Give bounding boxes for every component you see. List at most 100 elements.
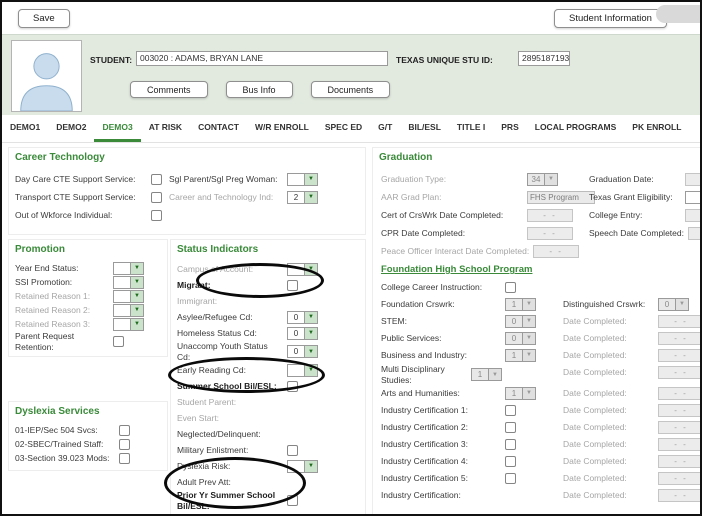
field-military-enlistment: Military Enlistment: [177,442,359,458]
field-label: Date Completed: [563,332,627,343]
field-campus-of-account: Campus of Account: ▼ [177,261,359,277]
documents-button[interactable]: Documents [310,81,391,98]
chevron-down-icon[interactable]: ▼ [305,172,318,186]
field-label: Dyslexia Risk: [177,460,231,471]
select-asylee-refugee-cd[interactable]: 0 ▼ [287,310,318,324]
chevron-down-icon[interactable]: ▼ [131,317,144,331]
checkbox-01-iep-sec-504-svcs[interactable] [119,424,130,436]
select-dyslexia-risk[interactable]: ▼ [287,459,318,473]
pair-left-cell: Industry Certification 2: [381,419,563,436]
checkbox-prior-yr-summer-school-bil-esl[interactable] [287,495,298,506]
select-value: 0 [287,326,305,340]
select-early-reading-cd[interactable]: ▼ [287,363,318,377]
checkbox-industry-certification-4[interactable] [505,455,516,467]
bus-info-button[interactable]: Bus Info [225,81,293,98]
chevron-down-icon[interactable]: ▼ [305,310,318,324]
foundation-rows: College Career Instruction: Foundation Cr… [381,279,700,504]
tab-title-i[interactable]: TITLE I [449,115,493,142]
date-speech-date-completed: - - [687,226,700,240]
checkbox-industry-certification-5[interactable] [505,472,516,484]
checkbox-out-of-wkforce-individual[interactable] [151,209,162,221]
checkbox-day-care-cte-support-service[interactable] [151,173,162,185]
checkbox-03-section-39-023-mods[interactable] [119,452,130,464]
chevron-down-icon[interactable]: ▼ [131,303,144,317]
select-year-end-status[interactable]: ▼ [113,261,144,275]
checkbox-college-career-instruction[interactable] [505,281,516,293]
field-label: Parent Request Retention: [15,331,75,352]
field-label: Business and Industry: [381,349,467,360]
checkbox-industry-certification-3[interactable] [505,438,516,450]
save-button[interactable]: Save [18,9,70,28]
date-graduation-date [685,172,700,186]
tab-demo3[interactable]: DEMO3 [94,115,141,142]
checkbox-02-sbec-trained-staff[interactable] [119,438,130,450]
chevron-down-icon[interactable]: ▼ [305,190,318,204]
tab-demo2[interactable]: DEMO2 [48,115,94,142]
pair-right-cell: Date Completed: - - [563,330,700,347]
field-label: Unaccomp Youth Status Cd: [177,341,268,362]
section-title: Career Technology [15,152,105,163]
select-ssi-promotion[interactable]: ▼ [113,275,144,289]
chevron-down-icon[interactable]: ▼ [131,275,144,289]
select-retained-reason-3[interactable]: ▼ [113,317,144,331]
chevron-down-icon[interactable]: ▼ [305,326,318,340]
tab-local-programs[interactable]: LOCAL PROGRAMS [527,115,625,142]
checkbox-parent-request-retention[interactable] [113,336,124,347]
checkbox-industry-certification-2[interactable] [505,421,516,433]
career-technology-col1: Day Care CTE Support Service: Transport C… [15,170,183,224]
checkbox-migrant[interactable] [287,279,298,291]
select-texas-grant-eligibility[interactable]: ▼ [685,190,700,204]
select-unaccomp-youth-status-cd[interactable]: 0 ▼ [287,345,318,358]
comments-button[interactable]: Comments [130,81,208,98]
tab-spec-ed[interactable]: SPEC ED [317,115,370,142]
field-date-completed: Date Completed: - - [563,385,700,401]
field-label: Peace Officer Interact Date Completed: [381,245,530,256]
select-retained-reason-1[interactable]: ▼ [113,289,144,303]
section-dyslexia-services: Dyslexia Services 01-IEP/Sec 504 Svcs: 02… [8,401,168,471]
chevron-down-icon[interactable]: ▼ [305,363,318,377]
tab-contact[interactable]: CONTACT [190,115,247,142]
date-date-completed: - - [658,454,700,468]
select-distinguished-crswrk: 0 ▼ [658,297,689,311]
checkbox-summer-school-bil-esl[interactable] [287,380,298,392]
select-value [113,303,131,317]
checkbox-industry-certification-1[interactable] [505,404,516,416]
student-id-input[interactable]: 003020 : ADAMS, BRYAN LANE [136,51,388,66]
chevron-down-icon[interactable]: ▼ [131,289,144,303]
field-college-career-instruction: College Career Instruction: [381,279,563,295]
select-homeless-status-cd[interactable]: 0 ▼ [287,326,318,340]
date-date-completed: - - [658,331,700,345]
tab-prs[interactable]: PRS [493,115,526,142]
select-sgl-parent-sgl-preg-woman[interactable]: ▼ [287,172,318,186]
chevron-down-icon[interactable]: ▼ [305,345,318,358]
select-retained-reason-2[interactable]: ▼ [113,303,144,317]
chevron-down-icon[interactable]: ▼ [131,261,144,275]
pair-row: Foundation Crswrk: 1 ▼ Distinguished Crswrk… [381,296,700,313]
checkbox-transport-cte-support-service[interactable] [151,191,162,203]
tab-g-t[interactable]: G/T [370,115,400,142]
tab-at-risk[interactable]: AT RISK [141,115,190,142]
chevron-down-icon[interactable]: ▼ [305,262,318,276]
field-date-completed: Date Completed: - - [563,347,700,363]
pair-right-cell: Distinguished Crswrk: 0 ▼ [563,296,700,313]
field-label: Campus of Account: [177,263,254,274]
texas-unique-id-input[interactable]: 2895187193 [518,51,570,66]
field-graduation-date: Graduation Date: [589,170,700,188]
checkbox-military-enlistment[interactable] [287,444,298,456]
field-date-completed: Date Completed: - - [563,470,700,486]
tab-demo1[interactable]: DEMO1 [2,115,48,142]
header-buttons: Comments Bus Info Documents [130,81,391,98]
tab-w-r-enroll[interactable]: W/R ENROLL [247,115,317,142]
select-career-and-technology-ind[interactable]: 2 ▼ [287,190,318,204]
field-label: Retained Reason 3: [15,318,91,329]
student-photo-placeholder [11,40,82,112]
pair-row: Arts and Humanities: 1 ▼ Date Completed: - - [381,385,700,402]
chevron-down-icon[interactable]: ▼ [305,459,318,473]
section-title: Status Indicators [177,244,259,255]
select-campus-of-account[interactable]: ▼ [287,262,318,276]
tab-bil-esl[interactable]: BIL/ESL [400,115,449,142]
chevron-down-icon: ▼ [676,297,689,311]
student-information-button[interactable]: Student Information [554,9,667,28]
tab-pk-enroll[interactable]: PK ENROLL [624,115,689,142]
pair-left-cell: Business and Industry: 1 ▼ [381,347,563,364]
